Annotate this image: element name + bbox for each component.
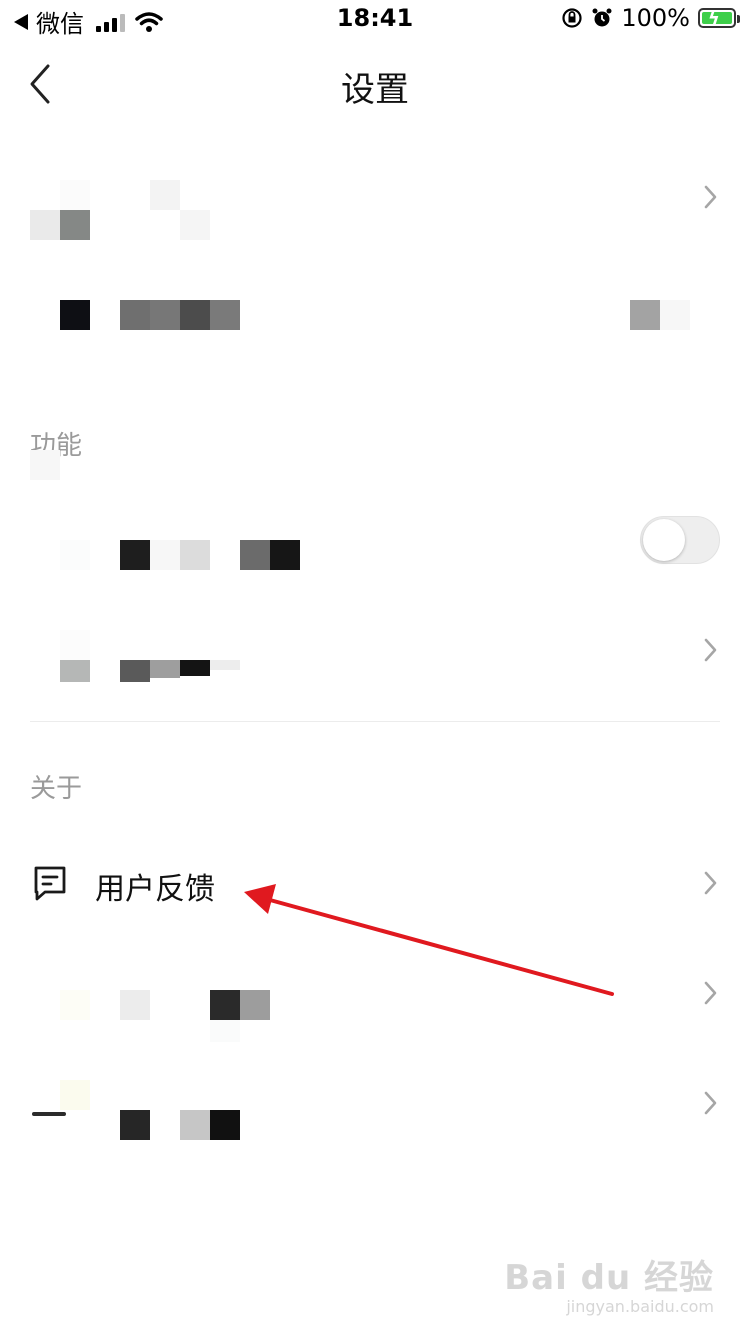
section-divider (30, 721, 720, 722)
pixel-block (60, 660, 90, 682)
pixel-block (240, 540, 270, 570)
pixel-block (240, 990, 270, 1020)
pixel-block (60, 1080, 90, 1110)
pixel-block (60, 990, 90, 1020)
watermark-sub: jingyan.baidu.com (566, 1297, 714, 1316)
page-title: 设置 (341, 70, 409, 110)
watermark-main: Bai du 经验 (504, 1258, 714, 1298)
section-label-about: 关于 (30, 774, 83, 804)
pixel-block (210, 990, 240, 1020)
feedback-label: 用户反馈 (95, 872, 215, 907)
pixel-block (32, 1112, 66, 1116)
pixel-block (30, 450, 60, 480)
pixel-block (180, 300, 210, 330)
pixel-block (120, 990, 150, 1020)
pixel-block (180, 660, 210, 676)
feedback-message-icon (34, 866, 66, 901)
pixel-block (210, 1110, 240, 1140)
chevron-right-icon (704, 185, 717, 209)
toggle-knob (643, 519, 685, 561)
chevron-right-icon (704, 871, 717, 895)
alarm-icon (592, 8, 612, 27)
pixel-block (150, 540, 180, 570)
pixel-block (30, 210, 60, 240)
pixel-block (150, 300, 180, 330)
pixel-block (210, 1020, 240, 1042)
pixel-block (60, 300, 90, 330)
status-right: 100% ϟ (561, 4, 740, 32)
pixel-block (60, 180, 90, 210)
pixel-block (120, 1110, 150, 1140)
battery-percent: 100% (621, 4, 690, 32)
pixel-block (120, 540, 150, 570)
pixel-block (210, 660, 240, 670)
pixel-block (630, 300, 660, 330)
pixel-block (60, 210, 90, 240)
pixel-block (120, 300, 150, 330)
chevron-right-icon (704, 981, 717, 1005)
toggle-switch[interactable] (640, 516, 720, 564)
pixel-block (660, 300, 690, 330)
nav-bar: 设置 (0, 50, 750, 120)
orientation-lock-icon (562, 8, 582, 28)
battery-tip (737, 15, 740, 23)
chevron-right-icon (704, 1091, 717, 1115)
annotation-arrow (244, 884, 614, 996)
pixel-block (60, 630, 90, 660)
chevron-right-icon (704, 638, 717, 662)
pixel-block (60, 540, 90, 570)
watermark-logo: Bai du 经验 jingyan.baidu.com (504, 1250, 714, 1316)
feedback-row[interactable]: 用户反馈 (0, 840, 750, 930)
pixel-block (150, 180, 180, 210)
charging-bolt-icon: ϟ (708, 8, 720, 29)
pixel-block (120, 660, 150, 682)
pixel-block (180, 540, 210, 570)
pixel-block (270, 540, 300, 570)
pixel-block (210, 300, 240, 330)
battery-icon: ϟ (698, 8, 740, 29)
status-bar: 微信 18:41 100% ϟ (0, 0, 750, 40)
pixel-block (180, 1110, 210, 1140)
pixel-block (150, 660, 180, 678)
pixel-block (180, 210, 210, 240)
